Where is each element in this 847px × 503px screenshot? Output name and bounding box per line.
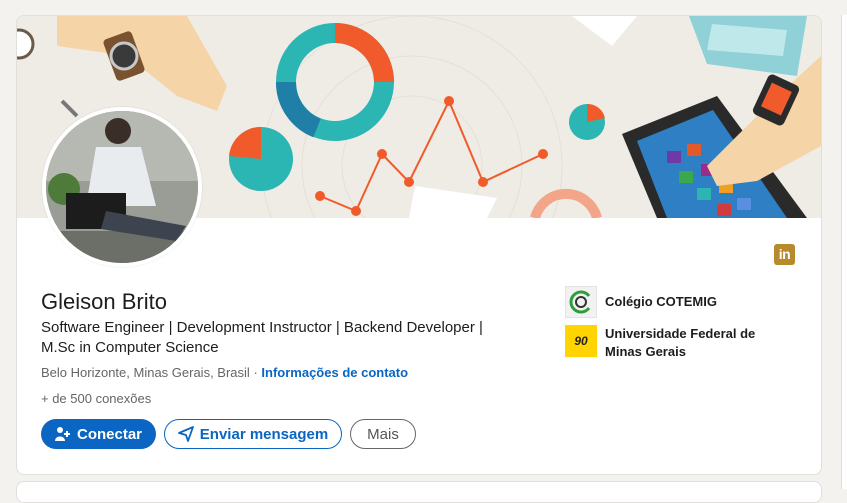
profile-name: Gleison Brito xyxy=(41,289,167,314)
contact-info-link[interactable]: Informações de contato xyxy=(261,365,408,380)
profile-avatar[interactable] xyxy=(42,107,202,267)
education-item-ufmg[interactable]: 90 Universidade Federal de Minas Gerais xyxy=(565,325,775,361)
profile-location: Belo Horizonte, Minas Gerais, Brasil xyxy=(41,365,250,380)
education-item-cotemig[interactable]: Colégio COTEMIG xyxy=(565,286,775,318)
ufmg-logo-text: 90 xyxy=(574,334,588,348)
separator-dot: · xyxy=(253,365,258,380)
send-icon xyxy=(177,426,194,442)
send-message-label: Enviar mensagem xyxy=(199,425,329,443)
send-message-button[interactable]: Enviar mensagem xyxy=(164,419,342,449)
ufmg-logo: 90 xyxy=(565,325,597,357)
next-section-card xyxy=(16,481,822,503)
add-person-icon xyxy=(54,426,71,442)
education-name: Colégio COTEMIG xyxy=(605,294,717,309)
connect-button-label: Conectar xyxy=(76,425,143,443)
linkedin-icon: in xyxy=(774,244,795,265)
adjacent-panel-edge xyxy=(841,15,847,489)
profile-location-row: Belo Horizonte, Minas Gerais, Brasil · I… xyxy=(41,365,408,380)
profile-headline: Software Engineer | Development Instruct… xyxy=(41,319,483,356)
connections-count[interactable]: + de 500 conexões xyxy=(41,391,151,406)
more-button-label: Mais xyxy=(367,425,399,443)
profile-card: in Gleison Brito Software Engineer | Dev… xyxy=(16,15,822,475)
education-name: Universidade Federal de Minas Gerais xyxy=(605,326,756,359)
more-button[interactable]: Mais xyxy=(350,419,416,449)
cotemig-logo xyxy=(565,286,597,318)
connect-button[interactable]: Conectar xyxy=(41,419,156,449)
